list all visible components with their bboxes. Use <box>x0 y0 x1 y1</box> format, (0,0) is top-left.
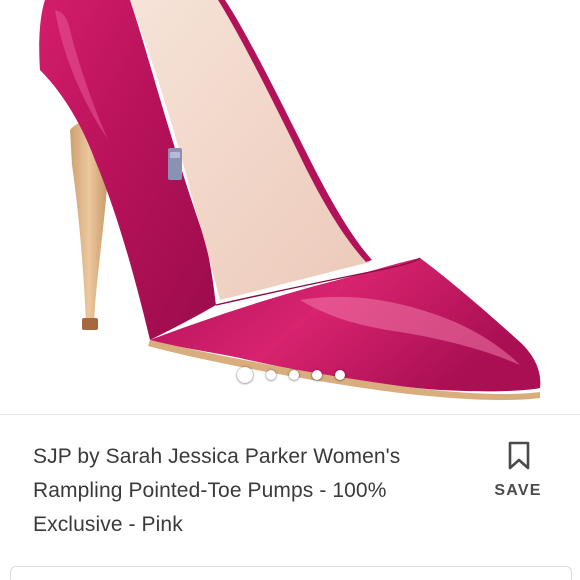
bookmark-icon <box>508 441 530 470</box>
save-label: SAVE <box>494 482 542 499</box>
shoe-illustration <box>39 0 541 401</box>
product-image[interactable] <box>0 0 580 414</box>
divider <box>0 414 580 415</box>
product-title[interactable]: SJP by Sarah Jessica Parker Women's Ramp… <box>33 440 473 542</box>
carousel-dot-2[interactable] <box>266 370 276 380</box>
carousel-dot-5[interactable] <box>335 370 345 380</box>
next-card-edge <box>10 566 572 580</box>
carousel-dot-4[interactable] <box>312 370 322 380</box>
product-page: SJP by Sarah Jessica Parker Women's Ramp… <box>0 0 580 580</box>
save-button[interactable]: SAVE <box>490 441 546 503</box>
image-carousel-indicators <box>0 365 580 385</box>
carousel-dot-3[interactable] <box>289 370 299 380</box>
carousel-dot-1[interactable] <box>237 367 253 383</box>
